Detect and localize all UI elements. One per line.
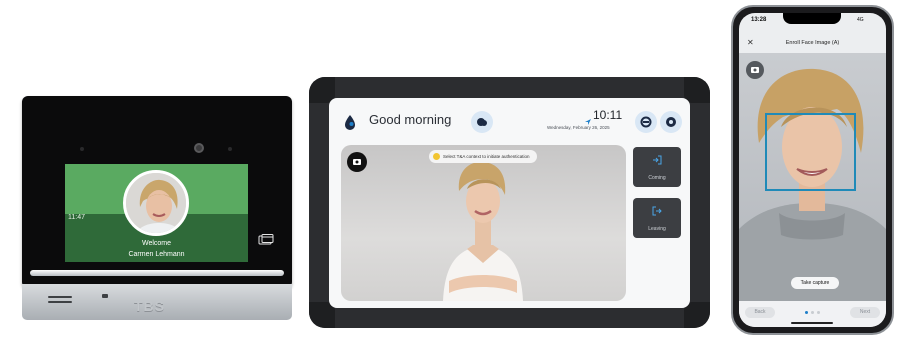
- camera-preview: Select T&A context to initiate authentic…: [341, 145, 626, 301]
- welcome-text: Welcome: [141, 240, 172, 247]
- clock-time: 10:11: [593, 108, 623, 122]
- capture-preview: Take capture: [739, 53, 886, 301]
- bumper-corner: [684, 77, 710, 103]
- camera-switch-button[interactable]: [347, 152, 367, 172]
- speaker-vent: [48, 301, 72, 303]
- login-arrow-icon: [653, 155, 662, 165]
- tablet-device: Good morning 10:11 Wednesday, February 2…: [309, 77, 710, 328]
- clock-date: Wednesday, February 26, 2025: [547, 125, 610, 130]
- app-logo-icon: [343, 114, 357, 135]
- instruction-text: Select T&A context to initiate authentic…: [443, 154, 530, 159]
- tablet-screen: Good morning 10:11 Wednesday, February 2…: [329, 98, 690, 308]
- terminal-sensor: [80, 147, 84, 151]
- leaving-label: Leaving: [648, 226, 666, 232]
- camera-icon: [751, 67, 759, 73]
- user-name: Carmen Lehmann: [128, 251, 185, 258]
- camera-icon: [194, 143, 204, 153]
- screen-title: Enroll Face Image (A): [785, 40, 840, 46]
- face-terminal-device: 11:47 Welcome Carmen Lehmann TBS: [22, 96, 292, 320]
- info-dot-icon: [433, 153, 440, 160]
- weather-button[interactable]: [471, 111, 493, 133]
- face-detection-frame: [765, 113, 856, 191]
- take-capture-button[interactable]: Take capture: [791, 277, 839, 289]
- logout-arrow-icon: [652, 206, 662, 216]
- usb-port: [102, 294, 108, 298]
- terminal-sensor: [228, 147, 232, 151]
- home-indicator: [791, 322, 833, 324]
- status-light-bar: [30, 270, 284, 276]
- person-photo: [443, 161, 523, 301]
- phone-device: 13:28 4G ✕ Enroll Face Image (A) Take ca…: [731, 5, 894, 335]
- user-photo: [123, 170, 189, 236]
- sync-button[interactable]: [635, 111, 657, 133]
- wizard-nav-bar: Back Next: [739, 301, 886, 327]
- bumper-corner: [684, 302, 710, 328]
- next-button[interactable]: Next: [850, 307, 880, 318]
- terminal-bezel: 11:47 Welcome Carmen Lehmann: [22, 96, 292, 288]
- terminal-time: 11:47: [68, 214, 85, 221]
- status-time: 13:28: [751, 17, 767, 23]
- leaving-button[interactable]: Leaving: [633, 198, 681, 238]
- coming-button[interactable]: Coming: [633, 147, 681, 187]
- gear-icon: [666, 117, 676, 127]
- step-dot-active: [805, 311, 808, 314]
- terminal-screen: 11:47 Welcome Carmen Lehmann: [65, 164, 248, 262]
- card-reader-icon: [258, 233, 274, 251]
- weather-icon: [477, 118, 487, 126]
- back-button[interactable]: Back: [745, 307, 775, 318]
- status-network: 4G: [857, 17, 864, 23]
- camera-icon: [353, 159, 361, 165]
- sync-icon: [640, 116, 652, 128]
- step-dot: [817, 311, 820, 314]
- settings-button[interactable]: [660, 111, 682, 133]
- greeting-title: Good morning: [369, 112, 452, 127]
- phone-notch: [783, 13, 841, 24]
- brand-logo: TBS: [134, 298, 165, 314]
- speaker-vent: [48, 296, 72, 298]
- instruction-banner: Select T&A context to initiate authentic…: [429, 150, 538, 163]
- coming-label: Coming: [648, 175, 666, 181]
- switch-camera-button[interactable]: [746, 61, 764, 79]
- phone-screen: 13:28 4G ✕ Enroll Face Image (A) Take ca…: [739, 13, 886, 327]
- step-dot: [811, 311, 814, 314]
- terminal-base: TBS: [22, 284, 292, 320]
